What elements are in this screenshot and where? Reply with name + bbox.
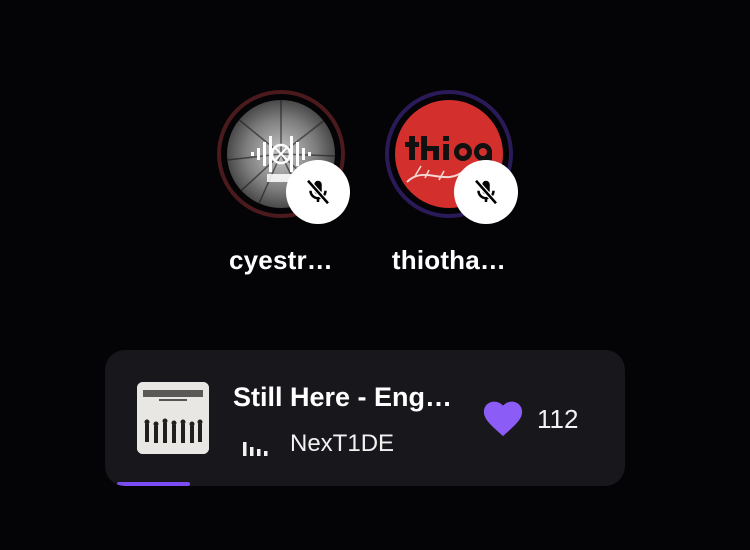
voice-room: cyestr… thiotha… Still Here - Eng… NexT1… <box>0 0 750 550</box>
like-count: 112 <box>537 404 579 434</box>
artist-name[interactable]: NexT1DE <box>290 430 394 458</box>
progress-fill <box>117 482 190 486</box>
now-playing-card[interactable]: Still Here - Eng… NexT1DE 112 <box>105 350 625 486</box>
mic-off-icon[interactable] <box>454 160 518 224</box>
mic-off-icon[interactable] <box>286 160 350 224</box>
participant-card[interactable]: thiotha… <box>374 90 524 290</box>
progress-bar[interactable] <box>105 482 625 486</box>
heart-icon[interactable] <box>481 398 525 438</box>
album-cover[interactable] <box>137 382 209 454</box>
track-title: Still Here - Eng… <box>233 382 453 412</box>
participant-name: thiotha… <box>391 245 507 275</box>
participant-name: cyestr… <box>228 245 334 275</box>
participant-card[interactable]: cyestr… <box>206 90 356 290</box>
equalizer-icon <box>243 442 268 456</box>
